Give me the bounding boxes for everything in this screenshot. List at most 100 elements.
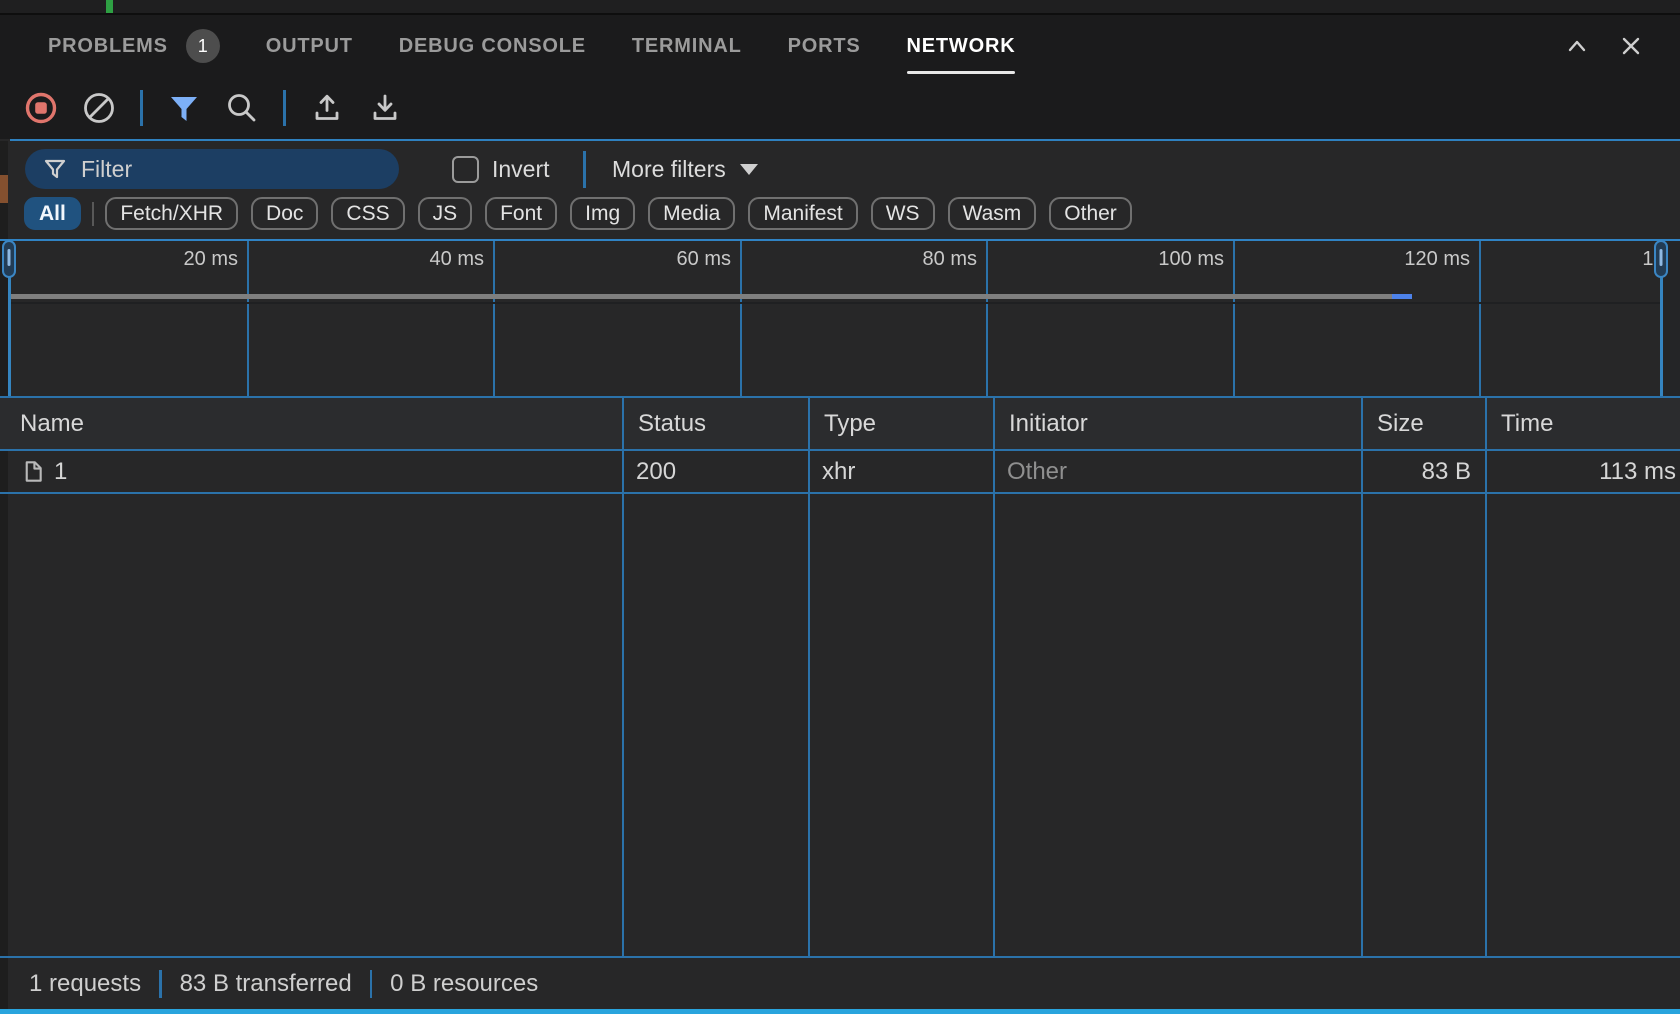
timeline-gridline — [1479, 241, 1481, 396]
tab-problems[interactable]: PROBLEMS1 — [48, 15, 220, 77]
pill-separator — [92, 202, 95, 226]
cell-time: 113 ms — [1485, 451, 1680, 492]
more-filters-button[interactable]: More filters — [612, 142, 758, 196]
funnel-outline-icon — [41, 155, 69, 183]
invert-checkbox[interactable] — [452, 156, 479, 183]
type-filter-pill-other[interactable]: Other — [1049, 197, 1132, 230]
column-divider — [993, 451, 995, 956]
cell-status: 200 — [622, 451, 808, 492]
column-header-label: Type — [824, 410, 876, 438]
cell-initiator: Other — [993, 451, 1361, 492]
editor-code-line: 20 // const yourMMKVStorage = new MMKV()… — [0, 0, 72, 13]
column-header-label: Size — [1377, 410, 1424, 438]
tab-terminal[interactable]: TERMINAL — [632, 15, 742, 77]
type-filter-pill-ws[interactable]: WS — [871, 197, 935, 230]
type-filter-pill-all[interactable]: All — [24, 197, 81, 230]
cell-name: 1 — [0, 451, 622, 492]
panel-tab-bar: PROBLEMS1 OUTPUT DEBUG CONSOLE TERMINAL PORT… — [0, 15, 1680, 77]
timeline-gridline — [1233, 241, 1235, 396]
export-har-button[interactable] — [366, 89, 404, 127]
summary-separator — [370, 970, 373, 998]
summary-item: 0 B resources — [390, 970, 538, 998]
timeline-gridline — [247, 241, 249, 396]
cell-value: 113 ms — [1599, 458, 1676, 486]
requests-table-header: NameStatus Type Initiator Size Time — [0, 398, 1680, 451]
clear-network-log-button[interactable] — [80, 89, 118, 127]
network-toolbar — [0, 77, 1680, 139]
search-icon — [224, 90, 260, 126]
upload-icon — [309, 90, 345, 126]
request-row[interactable]: 1 200 xhr Other 83 B 113 ms — [0, 451, 1680, 494]
filter-field — [25, 149, 399, 189]
panel-actions — [1564, 15, 1644, 77]
editor-code-sliver: 20 // const yourMMKVStorage = new MMKV()… — [0, 0, 1680, 15]
download-icon — [367, 90, 403, 126]
type-filter-pill-img[interactable]: Img — [570, 197, 635, 230]
tab-label: NETWORK — [907, 35, 1016, 58]
cell-value: 200 — [636, 458, 676, 486]
column-header-initiator[interactable]: Initiator — [993, 398, 1361, 449]
overview-timeline: 20 ms40 ms60 ms80 ms100 ms120 ms140 ms — [0, 239, 1680, 398]
tab-debug-console[interactable]: DEBUG CONSOLE — [399, 15, 586, 77]
column-header-time[interactable]: Time — [1485, 398, 1680, 449]
invert-label[interactable]: Invert — [492, 142, 550, 196]
timeline-tick-label: 100 ms — [1158, 248, 1224, 271]
clear-icon — [81, 90, 117, 126]
tab-label: PORTS — [788, 35, 861, 58]
timeline-left-handle[interactable] — [2, 240, 16, 278]
filter-toggle-button[interactable] — [165, 89, 203, 127]
type-filter-pill-manifest[interactable]: Manifest — [748, 197, 857, 230]
network-summary-bar: 1 requests83 B transferred0 B resources — [0, 958, 1680, 1009]
column-divider — [622, 451, 624, 956]
column-divider — [808, 451, 810, 956]
timeline-tick-label: 80 ms — [923, 248, 977, 271]
column-divider — [1485, 451, 1487, 956]
summary-item: 1 requests — [29, 970, 141, 998]
cell-value: 83 B — [1422, 458, 1471, 486]
chevron-down-icon — [740, 164, 758, 175]
record-network-log-button[interactable] — [22, 89, 60, 127]
search-network-button[interactable] — [223, 89, 261, 127]
column-header-status[interactable]: Status — [622, 398, 808, 449]
column-header-size[interactable]: Size — [1361, 398, 1485, 449]
tab-ports[interactable]: PORTS — [788, 15, 861, 77]
chevron-up-icon — [1564, 33, 1590, 59]
vscode-network-panel: 20 // const yourMMKVStorage = new MMKV()… — [0, 0, 1680, 1014]
maximize-panel-button[interactable] — [1564, 33, 1590, 59]
timeline-row-line — [9, 302, 1660, 304]
summary-separator — [159, 970, 162, 998]
toolbar-separator — [140, 90, 143, 126]
type-filter-pill-media[interactable]: Media — [648, 197, 735, 230]
import-har-button[interactable] — [308, 89, 346, 127]
filter-separator — [583, 151, 586, 188]
tab-network[interactable]: NETWORK — [907, 15, 1016, 77]
toolbar-separator — [283, 90, 286, 126]
timeline-gridline — [493, 241, 495, 396]
cell-value: xhr — [822, 458, 855, 486]
cell-value: 1 — [54, 458, 67, 486]
column-header-name[interactable]: Name — [0, 398, 622, 449]
tab-output[interactable]: OUTPUT — [266, 15, 353, 77]
request-waterfall-bar-download — [1392, 294, 1412, 299]
column-header-label: Initiator — [1009, 410, 1088, 438]
timeline-tick-label: 20 ms — [184, 248, 238, 271]
type-filter-pill-js[interactable]: JS — [418, 197, 473, 230]
resource-type-filters: All Fetch/XHR Doc CSS JS Font Img Media Manifest… — [24, 197, 1132, 230]
timeline-tick-label: 40 ms — [430, 248, 484, 271]
close-panel-button[interactable] — [1618, 33, 1644, 59]
type-filter-pill-doc[interactable]: Doc — [251, 197, 318, 230]
cell-size: 83 B — [1361, 451, 1485, 492]
funnel-filter-icon — [166, 90, 202, 126]
tab-label: DEBUG CONSOLE — [399, 35, 586, 58]
timeline-right-handle[interactable] — [1654, 240, 1668, 278]
column-header-type[interactable]: Type — [808, 398, 993, 449]
more-filters-label: More filters — [612, 156, 726, 183]
request-waterfall-bar — [8, 294, 1392, 299]
type-filter-pill-font[interactable]: Font — [485, 197, 557, 230]
tab-label: OUTPUT — [266, 35, 353, 58]
tab-label: PROBLEMS — [48, 35, 168, 58]
type-filter-pill-fetch-xhr[interactable]: Fetch/XHR — [105, 197, 238, 230]
type-filter-pill-css[interactable]: CSS — [331, 197, 404, 230]
filter-input[interactable] — [79, 155, 389, 184]
type-filter-pill-wasm[interactable]: Wasm — [948, 197, 1037, 230]
